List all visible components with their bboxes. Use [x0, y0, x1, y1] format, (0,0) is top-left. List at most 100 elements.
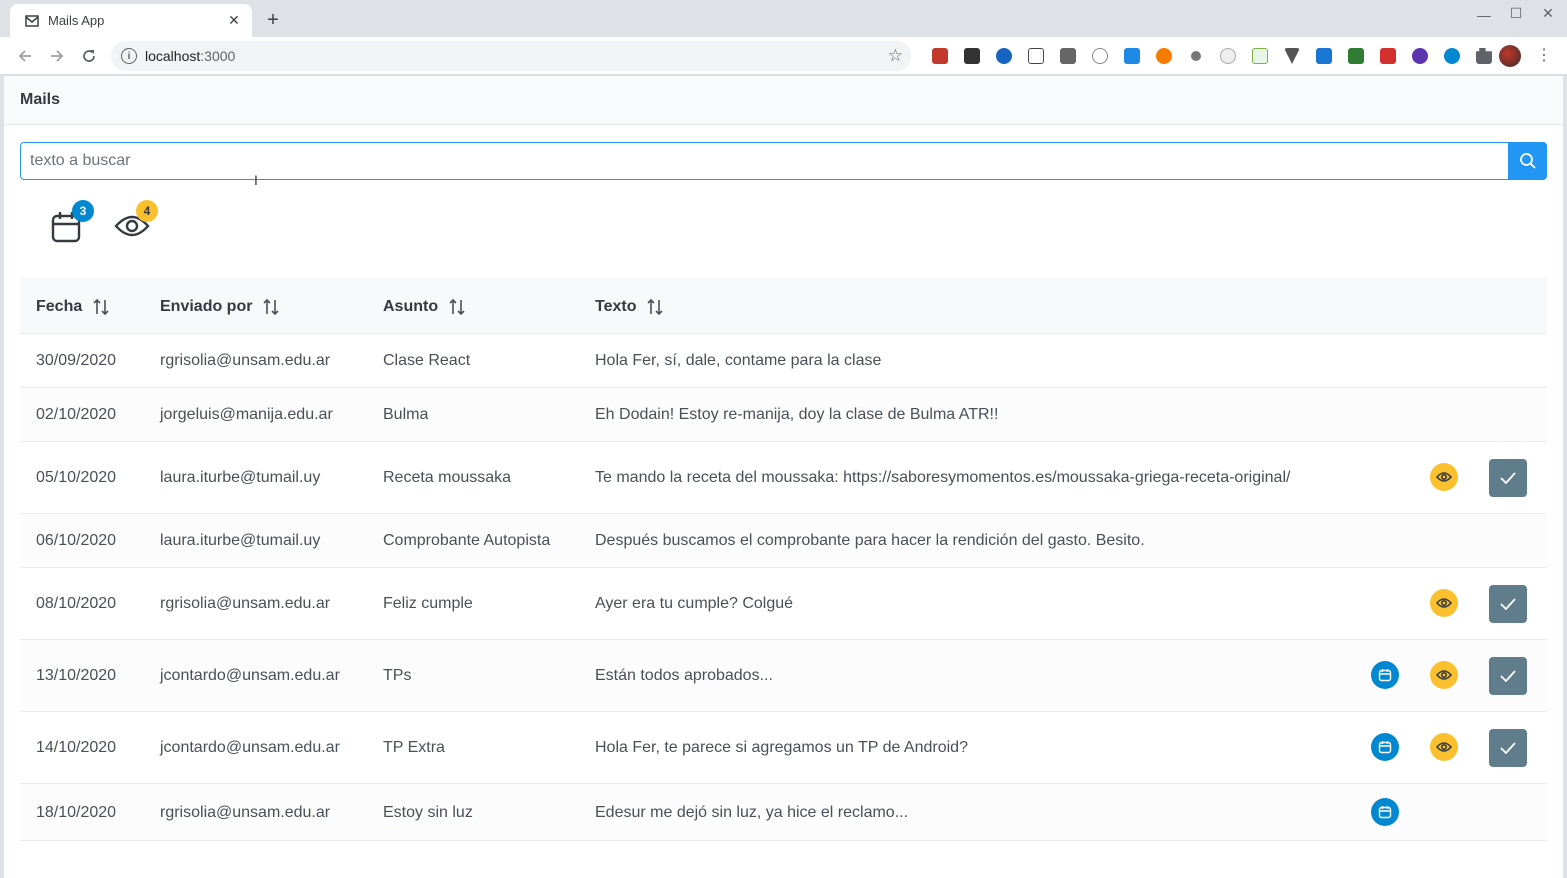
eye-button[interactable]	[1430, 733, 1458, 761]
extension-icon[interactable]	[1244, 45, 1276, 67]
search-button[interactable]	[1508, 142, 1547, 180]
puzzle-icon[interactable]	[1468, 45, 1500, 67]
text-cell: Te mando la receta del moussaka: https:/…	[595, 469, 1291, 486]
profile-avatar[interactable]	[1499, 45, 1521, 67]
text-cell: Después buscamos el comprobante para hac…	[595, 532, 1145, 549]
new-tab-icon[interactable]: +	[262, 9, 284, 31]
table-row[interactable]: 05/10/2020 laura.iturbe@tumail.uy Receta m…	[20, 442, 1547, 514]
subject-cell: Clase React	[383, 352, 471, 369]
extension-icon[interactable]	[956, 45, 988, 67]
bookmark-star-icon[interactable]: ☆	[888, 46, 903, 66]
calendar-button[interactable]	[1371, 661, 1399, 689]
date-cell: 14/10/2020	[36, 739, 117, 756]
search-icon	[1519, 153, 1536, 169]
address-bar[interactable]: i localhost:3000 ☆	[111, 41, 911, 71]
mail-favicon-icon	[24, 13, 40, 29]
subject-cell: Estoy sin luz	[383, 804, 473, 821]
table-row[interactable]: 06/10/2020 laura.iturbe@tumail.uy Comproba…	[20, 514, 1547, 568]
browser-tabbar: Mails App ✕ + — ☐ ✕	[0, 0, 1567, 37]
eye-button[interactable]	[1430, 463, 1458, 491]
eye-button[interactable]	[1430, 589, 1458, 617]
extension-icon[interactable]	[1404, 45, 1436, 67]
extensions-bar	[924, 45, 1500, 67]
sender-cell: rgrisolia@unsam.edu.ar	[160, 595, 331, 612]
sort-icon[interactable]	[262, 298, 280, 316]
column-header-label: Texto	[595, 298, 637, 315]
filter-icons: 3 4	[50, 200, 170, 252]
extension-icon[interactable]	[1052, 45, 1084, 67]
sort-icon[interactable]	[92, 298, 110, 316]
sender-cell: rgrisolia@unsam.edu.ar	[160, 804, 331, 821]
extension-icon[interactable]	[1180, 45, 1212, 67]
eye-filter[interactable]: 4	[114, 200, 164, 252]
eye-count-badge: 4	[136, 200, 158, 222]
eye-button[interactable]	[1430, 661, 1458, 689]
extension-icon[interactable]	[1340, 45, 1372, 67]
calendar-button[interactable]	[1371, 733, 1399, 761]
mark-read-button[interactable]	[1489, 729, 1527, 767]
text-cursor: I	[254, 172, 258, 188]
table-row[interactable]: 08/10/2020 rgrisolia@unsam.edu.ar Feliz cu…	[20, 568, 1547, 640]
extension-icon[interactable]	[1116, 45, 1148, 67]
mark-read-button[interactable]	[1489, 585, 1527, 623]
close-tab-icon[interactable]: ✕	[226, 12, 242, 29]
extension-icon[interactable]	[1212, 45, 1244, 67]
extension-icon[interactable]	[1276, 45, 1308, 67]
table-body: 30/09/2020 rgrisolia@unsam.edu.ar Clase Re…	[20, 334, 1547, 841]
extension-icon[interactable]	[988, 45, 1020, 67]
forward-icon[interactable]	[46, 45, 68, 67]
date-cell: 13/10/2020	[36, 667, 117, 684]
mails-table: Fecha Enviado por Asunto Texto 30/09/2020 rg…	[20, 277, 1547, 841]
eye-icon	[1436, 741, 1452, 753]
browser-tab[interactable]: Mails App ✕	[10, 4, 252, 37]
sort-icon[interactable]	[448, 298, 466, 316]
sender-cell: jcontardo@unsam.edu.ar	[160, 739, 340, 756]
table-row[interactable]: 14/10/2020 jcontardo@unsam.edu.ar TP Extra…	[20, 712, 1547, 784]
table-row[interactable]: 13/10/2020 jcontardo@unsam.edu.ar TPs Están…	[20, 640, 1547, 712]
column-header[interactable]: Fecha	[36, 298, 110, 316]
extension-icon[interactable]	[1308, 45, 1340, 67]
date-cell: 06/10/2020	[36, 532, 117, 549]
extension-icon[interactable]	[1148, 45, 1180, 67]
mark-read-button[interactable]	[1489, 657, 1527, 695]
search-input[interactable]	[20, 142, 1509, 180]
more-menu-icon[interactable]: ⋮	[1536, 45, 1552, 65]
column-header[interactable]: Enviado por	[160, 298, 280, 316]
site-info-icon[interactable]: i	[121, 48, 137, 64]
mark-read-button[interactable]	[1489, 459, 1527, 497]
date-cell: 02/10/2020	[36, 406, 117, 423]
calendar-button[interactable]	[1371, 798, 1399, 826]
column-header-label: Asunto	[383, 298, 439, 315]
extension-icon[interactable]	[1084, 45, 1116, 67]
extension-icon[interactable]	[1372, 45, 1404, 67]
column-header[interactable]: Texto	[595, 298, 664, 316]
close-window-icon[interactable]: ✕	[1538, 5, 1558, 22]
sender-cell: laura.iturbe@tumail.uy	[160, 469, 321, 486]
column-header[interactable]: Asunto	[383, 298, 466, 316]
reload-icon[interactable]	[78, 45, 100, 67]
app-title: Mails	[20, 91, 61, 108]
calendar-icon	[1378, 668, 1392, 682]
minimize-icon[interactable]: —	[1474, 7, 1494, 23]
check-icon	[1500, 472, 1516, 484]
subject-cell: Comprobante Autopista	[383, 532, 551, 549]
extension-icon[interactable]	[1436, 45, 1468, 67]
table-row[interactable]: 18/10/2020 rgrisolia@unsam.edu.ar Estoy si…	[20, 784, 1547, 841]
extension-icon[interactable]	[1020, 45, 1052, 67]
date-cell: 08/10/2020	[36, 595, 117, 612]
back-icon[interactable]	[14, 45, 36, 67]
calendar-filter[interactable]: 3	[50, 200, 100, 252]
subject-cell: Receta moussaka	[383, 469, 512, 486]
extension-icon[interactable]	[924, 45, 956, 67]
maximize-icon[interactable]: ☐	[1506, 5, 1526, 22]
text-cell: Ayer era tu cumple? Colgué	[595, 595, 794, 612]
text-cell: Hola Fer, te parece si agregamos un TP d…	[595, 739, 968, 756]
sort-icon[interactable]	[646, 298, 664, 316]
table-row[interactable]: 02/10/2020 jorgeluis@manija.edu.ar Bulma Eh…	[20, 388, 1547, 442]
check-icon	[1500, 598, 1516, 610]
url-host: localhost	[145, 48, 201, 64]
table-row[interactable]: 30/09/2020 rgrisolia@unsam.edu.ar Clase Re…	[20, 334, 1547, 388]
eye-icon	[1436, 597, 1452, 609]
column-header-label: Enviado por	[160, 298, 253, 315]
subject-cell: Feliz cumple	[383, 595, 473, 612]
